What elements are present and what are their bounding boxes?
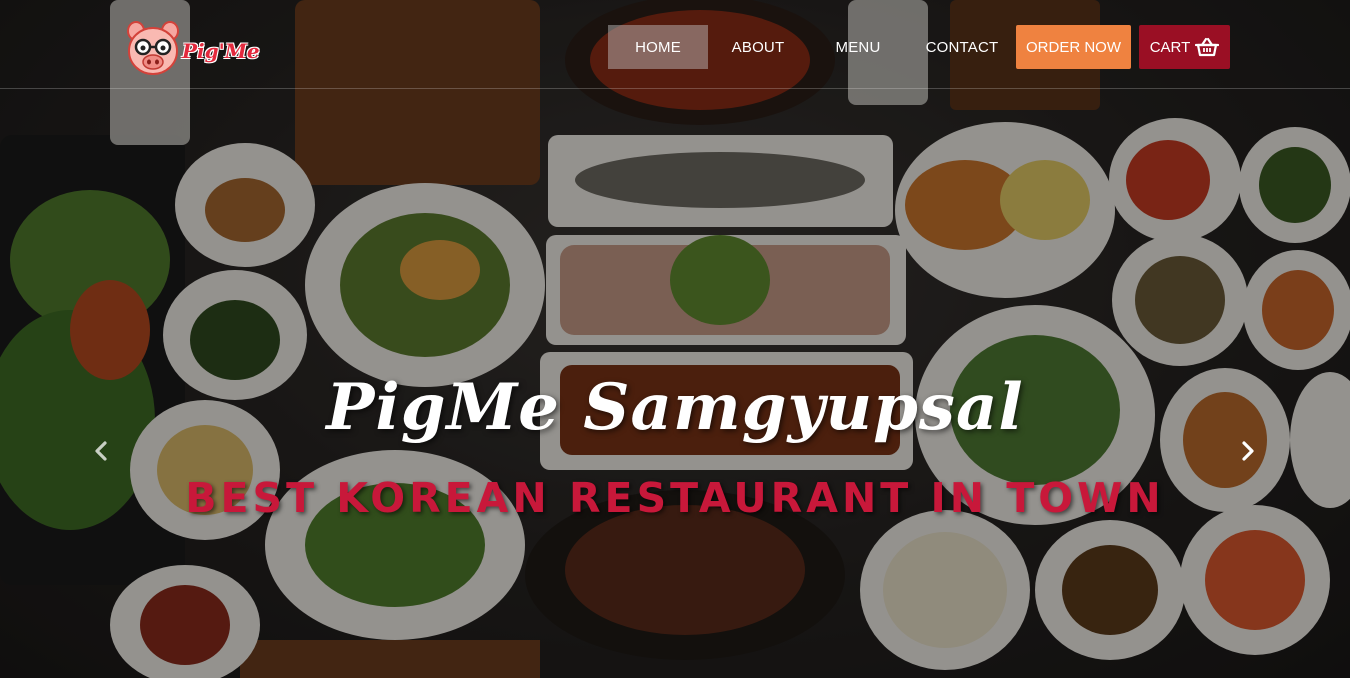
nav-link-menu[interactable]: MENU [808, 25, 908, 69]
main-navigation: HOME ABOUT MENU CONTACT ORDER NOW CART [608, 25, 1230, 69]
chevron-right-icon [1242, 441, 1254, 461]
top-navbar: Pig'Me HOME ABOUT MENU CONTACT ORDER NOW… [0, 0, 1350, 89]
carousel-next-button[interactable] [1235, 437, 1261, 465]
shopping-basket-icon [1195, 37, 1220, 57]
hero-title: PigMe Samgyupsal [326, 370, 1024, 445]
carousel-prev-button[interactable] [88, 437, 114, 465]
order-now-button[interactable]: ORDER NOW [1016, 25, 1131, 69]
brand-name: Pig'Me [182, 39, 260, 63]
brand-logo[interactable]: Pig'Me [126, 20, 260, 78]
cart-label: CART [1149, 38, 1191, 56]
chevron-left-icon [95, 441, 107, 461]
nav-link-about[interactable]: ABOUT [708, 25, 808, 69]
hero-dark-overlay [0, 0, 1350, 678]
pig-mascot-icon [127, 21, 179, 75]
hero-banner [0, 0, 1350, 678]
nav-link-home[interactable]: HOME [608, 25, 708, 69]
hero-subtitle: BEST KOREAN RESTAURANT IN TOWN [185, 474, 1165, 522]
nav-link-contact[interactable]: CONTACT [908, 25, 1016, 69]
cart-button[interactable]: CART [1139, 25, 1230, 69]
